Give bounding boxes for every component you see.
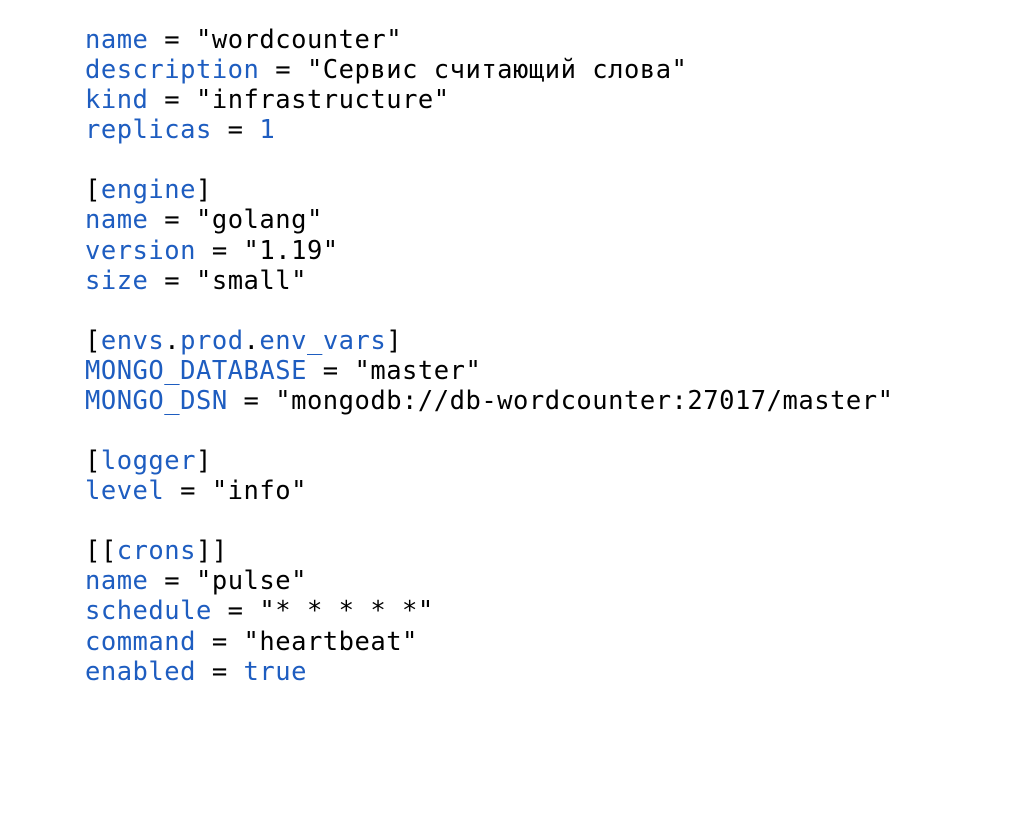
key-replicas: replicas [85, 115, 212, 145]
key-description: description [85, 55, 259, 85]
key-crons-enabled: enabled [85, 657, 196, 687]
section-logger: logger [101, 446, 196, 476]
key-mongo-database: MONGO_DATABASE [85, 356, 307, 386]
value-mongo-dsn: "mongodb://db-wordcounter:27017/master" [275, 386, 893, 416]
key-engine-version: version [85, 236, 196, 266]
section-env-vars: env_vars [259, 326, 386, 356]
value-engine-name: "golang" [196, 205, 323, 235]
key-crons-command: command [85, 627, 196, 657]
value-description: "Сервис считающий слова" [307, 55, 687, 85]
value-crons-enabled: true [244, 657, 307, 687]
section-envs: envs [101, 326, 164, 356]
key-engine-size: size [85, 266, 148, 296]
value-logger-level: "info" [212, 476, 307, 506]
value-crons-schedule: "* * * * *" [259, 596, 433, 626]
value-replicas: 1 [259, 115, 275, 145]
value-crons-name: "pulse" [196, 566, 307, 596]
value-engine-version: "1.19" [244, 236, 339, 266]
key-kind: kind [85, 85, 148, 115]
key-crons-name: name [85, 566, 148, 596]
section-prod: prod [180, 326, 243, 356]
key-logger-level: level [85, 476, 164, 506]
value-crons-command: "heartbeat" [244, 627, 418, 657]
section-engine: engine [101, 175, 196, 205]
section-crons: crons [117, 536, 196, 566]
key-crons-schedule: schedule [85, 596, 212, 626]
value-kind: "infrastructure" [196, 85, 450, 115]
key-mongo-dsn: MONGO_DSN [85, 386, 228, 416]
value-mongo-database: "master" [355, 356, 482, 386]
key-engine-name: name [85, 205, 148, 235]
toml-code-block: name = "wordcounter" description = "Серв… [85, 25, 925, 687]
key-name: name [85, 25, 148, 55]
value-name: "wordcounter" [196, 25, 402, 55]
value-engine-size: "small" [196, 266, 307, 296]
